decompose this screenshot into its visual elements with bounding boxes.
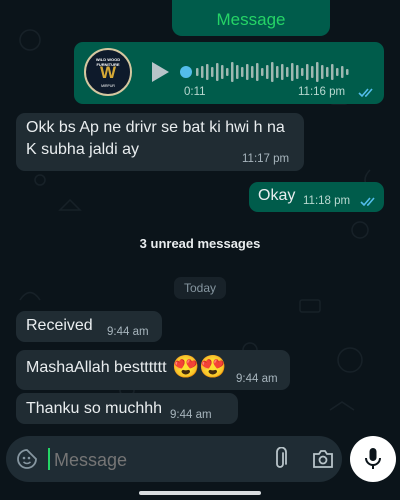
double-check-icon [360, 197, 375, 207]
text-cursor [48, 448, 50, 470]
voice-note-time: 11:16 pm [298, 86, 346, 98]
message-text-line: K subha jaldi ay [26, 141, 139, 158]
message-text: Thanku so muchhh [26, 400, 163, 417]
message-text: Okay [258, 187, 296, 204]
sticker-icon[interactable] [16, 448, 38, 470]
message-input[interactable] [52, 444, 256, 476]
voice-note-bubble: WILD WOOD FURNITURE W MIRPUR 0:11 11:16 … [74, 42, 384, 104]
message-button-container: Message [172, 0, 330, 36]
message-text-line: Okk bs Ap ne drivr se bat ki hwi h na [26, 119, 285, 136]
voice-note-duration: 0:11 [184, 86, 206, 98]
incoming-message[interactable]: Okk bs Ap ne drivr se bat ki hwi h na K … [16, 113, 304, 171]
play-icon[interactable] [150, 61, 170, 83]
outgoing-message[interactable]: Okay 11:18 pm [249, 182, 384, 212]
message-composer [6, 436, 342, 482]
message-button[interactable]: Message [172, 0, 330, 36]
voice-waveform[interactable] [180, 59, 380, 85]
message-time: 11:17 pm [242, 153, 290, 165]
avatar-logo-subtext: MIRPUR [101, 84, 115, 88]
unread-messages-banner: 3 unread messages [139, 236, 261, 251]
message-text: Received [26, 317, 93, 334]
heart-eyes-emoji: 😍😍 [172, 354, 227, 379]
double-check-icon [358, 88, 373, 98]
message-text: MashaAllah bestttttt [26, 359, 167, 376]
incoming-message[interactable]: MashaAllah bestttttt 😍😍 9:44 am [16, 350, 290, 390]
message-time: 9:44 am [107, 326, 149, 338]
home-indicator [139, 491, 261, 495]
mic-button[interactable] [350, 436, 396, 482]
incoming-message[interactable]: Thanku so muchhh 9:44 am [16, 393, 238, 424]
camera-icon[interactable] [312, 449, 334, 469]
avatar-logo-letter: W [99, 63, 117, 82]
incoming-message[interactable]: Received 9:44 am [16, 311, 162, 342]
message-time: 9:44 am [236, 373, 278, 385]
message-time: 11:18 pm [303, 195, 351, 207]
voice-note-avatar[interactable]: WILD WOOD FURNITURE W MIRPUR [84, 48, 132, 96]
attach-icon[interactable] [272, 447, 288, 471]
day-separator: Today [174, 277, 226, 299]
message-time: 9:44 am [170, 409, 212, 421]
mic-icon [365, 448, 381, 469]
